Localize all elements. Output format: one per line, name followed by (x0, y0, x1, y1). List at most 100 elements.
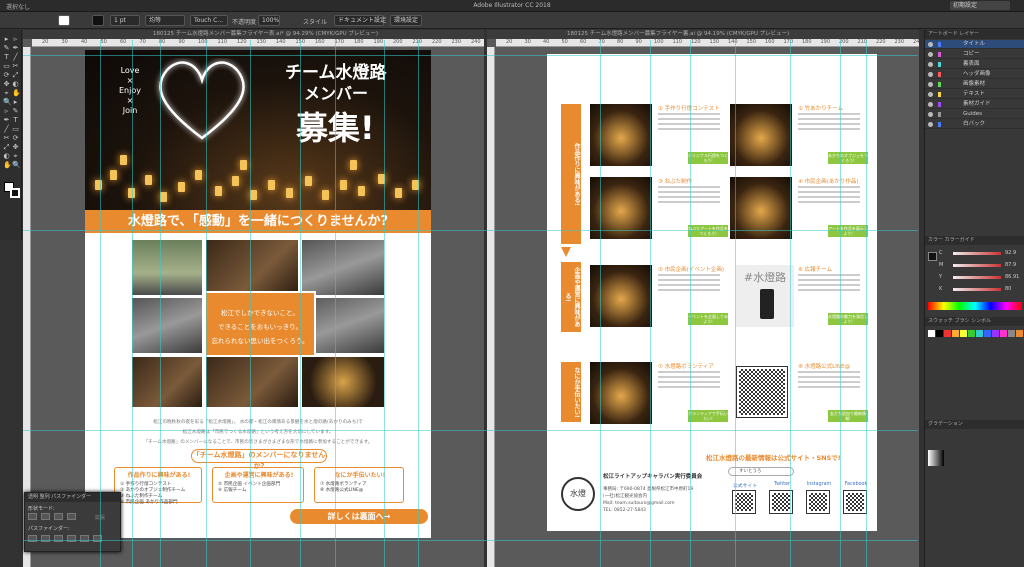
tool-icon[interactable]: ⌖ (12, 153, 19, 160)
variable-width-profile[interactable]: 均等 (145, 15, 185, 26)
swatch-chip[interactable] (1008, 330, 1015, 337)
card-cta-button[interactable]: 水燈路の魅力を発信しよう! (828, 313, 868, 325)
stroke-color-icon[interactable] (10, 188, 20, 198)
color-spectrum[interactable] (928, 302, 1022, 310)
layer-row[interactable]: 素材ガイド (925, 100, 1024, 109)
eye-icon[interactable] (928, 62, 933, 67)
tool-icon[interactable]: ✥ (3, 81, 10, 88)
tool-icon[interactable]: ✋ (3, 162, 12, 169)
layer-row[interactable]: Guides (925, 110, 1024, 119)
color-value[interactable]: 86.91 (1005, 274, 1019, 280)
card-cta-button[interactable]: あかりのオブジェをつくろう! (828, 152, 868, 164)
sns-qr-code[interactable] (769, 490, 793, 514)
unite-button[interactable] (28, 513, 37, 520)
layer-row[interactable]: 裏表面 (925, 60, 1024, 69)
fill-swatch[interactable] (58, 15, 70, 26)
tool-icon[interactable]: 🔍 (3, 99, 12, 106)
swatch-chip[interactable] (944, 330, 951, 337)
minus-front-button[interactable] (41, 513, 50, 520)
tool-icon[interactable]: ✒ (3, 117, 10, 124)
card-cta-button[interactable]: イベントを企画してみよう! (688, 313, 728, 325)
vertical-ruler-back[interactable] (487, 47, 495, 567)
color-slider[interactable] (953, 276, 1001, 279)
horizontal-ruler-back[interactable]: 20 30 40 50 60 70 80 90 100 110 120 130 140 150 160 170… (496, 39, 919, 47)
sns-qr-code[interactable] (732, 490, 756, 514)
eye-icon[interactable] (928, 122, 933, 127)
card-cta-button[interactable]: オリジナル行燈をつくろう! (688, 152, 728, 164)
layer-row[interactable]: タイトル (925, 40, 1024, 49)
card-cta-button[interactable]: ねぶたアートを作品をつくろう! (688, 225, 728, 237)
eye-icon[interactable] (928, 72, 933, 77)
tool-icon[interactable]: ▸ (12, 99, 19, 106)
tool-icon[interactable]: ◐ (3, 153, 10, 160)
tool-icon[interactable]: ✋ (12, 90, 21, 97)
eye-icon[interactable] (928, 92, 933, 97)
tool-icon[interactable]: T (3, 54, 10, 61)
tool-icon[interactable]: ▸ (3, 36, 10, 43)
swatch-chip[interactable] (960, 330, 967, 337)
layers-tabs[interactable]: アートボード レイヤー (925, 30, 1024, 39)
card-cta-button[interactable]: ボランティアで手伝いたい! (688, 410, 728, 422)
tool-icon[interactable]: ✎ (12, 108, 19, 115)
tool-icon[interactable]: ▭ (12, 126, 19, 133)
opacity-input[interactable]: 100% (258, 15, 280, 26)
tool-icon[interactable]: ◐ (12, 81, 19, 88)
layer-row[interactable]: ヘッダ画像 (925, 70, 1024, 79)
layer-row[interactable]: 画像素材 (925, 80, 1024, 89)
document-tab-front[interactable]: 180125 チーム水燈路メンバー募集フライヤー表.ai* @ 94.29% (… (23, 30, 484, 39)
swatch-chip[interactable] (984, 330, 991, 337)
color-tabs[interactable]: カラー カラーガイド (925, 236, 1024, 245)
eye-icon[interactable] (928, 112, 933, 117)
card-cta-button[interactable]: 友だち追加で最新情報! (828, 410, 868, 422)
tool-icon[interactable]: ⌖ (3, 90, 10, 97)
sns-qr-code[interactable] (806, 490, 830, 514)
tool-icon[interactable]: ⤢ (12, 72, 19, 79)
tool-icon[interactable]: ⟳ (12, 135, 19, 142)
tool-icon[interactable]: ✥ (12, 144, 19, 151)
stroke-weight[interactable]: 1 pt (110, 15, 140, 26)
layer-row[interactable]: テキスト (925, 90, 1024, 99)
tool-icon[interactable]: ✎ (3, 45, 10, 52)
sns-qr-code[interactable] (843, 490, 867, 514)
swatch-chip[interactable] (968, 330, 975, 337)
color-value[interactable]: 87.9 (1005, 262, 1016, 268)
swatch-chip[interactable] (1016, 330, 1023, 337)
vertical-ruler[interactable] (23, 47, 31, 567)
pathfinder-tabs[interactable]: 透明 整列 パスファインダー (25, 493, 120, 502)
tool-icon[interactable]: ⤢ (3, 144, 10, 151)
swatch-chip[interactable] (928, 330, 935, 337)
eye-icon[interactable] (928, 52, 933, 57)
card-cta-button[interactable]: アートを作品を展示しよう! (828, 225, 868, 237)
tool-icon[interactable]: ✂ (3, 135, 10, 142)
eye-icon[interactable] (928, 102, 933, 107)
eye-icon[interactable] (928, 42, 933, 47)
brush-definition[interactable]: Touch C... (190, 15, 228, 26)
tool-icon[interactable]: ✒ (12, 45, 19, 52)
color-value[interactable]: 80 (1005, 286, 1011, 292)
gradient-swatch[interactable] (928, 450, 944, 466)
color-slider[interactable] (953, 288, 1001, 291)
tool-icon[interactable]: ✂ (12, 63, 19, 70)
preferences-button[interactable]: 環境設定 (390, 15, 422, 26)
see-back-button[interactable]: 詳しくは裏面へ→ (290, 509, 428, 524)
tool-icon[interactable]: ╱ (12, 54, 19, 61)
swatch-chip[interactable] (936, 330, 943, 337)
color-value[interactable]: 92.9 (1005, 250, 1016, 256)
tool-icon[interactable]: ⟳ (3, 72, 10, 79)
tool-icon[interactable]: 🔍 (12, 162, 21, 169)
swatch-chip[interactable] (952, 330, 959, 337)
layer-row[interactable]: 白バック (925, 120, 1024, 129)
color-slider[interactable] (953, 264, 1001, 267)
document-setup-button[interactable]: ドキュメント設定 (334, 15, 386, 26)
stroke-swatch[interactable] (92, 15, 104, 26)
intersect-button[interactable] (54, 513, 63, 520)
layer-row[interactable]: コピー (925, 50, 1024, 59)
workspace-switcher[interactable]: 初期設定 (950, 1, 1010, 10)
color-slider[interactable] (953, 252, 1001, 255)
swatch-chip[interactable] (992, 330, 999, 337)
swatch-chip[interactable] (976, 330, 983, 337)
tool-icon[interactable]: ▹ (3, 108, 10, 115)
current-fill-icon[interactable] (928, 252, 937, 261)
document-tab-back[interactable]: 180125 チーム水燈路メンバー募集フライヤー裏.ai @ 94.19% (C… (487, 30, 919, 39)
swatch-chip[interactable] (1000, 330, 1007, 337)
